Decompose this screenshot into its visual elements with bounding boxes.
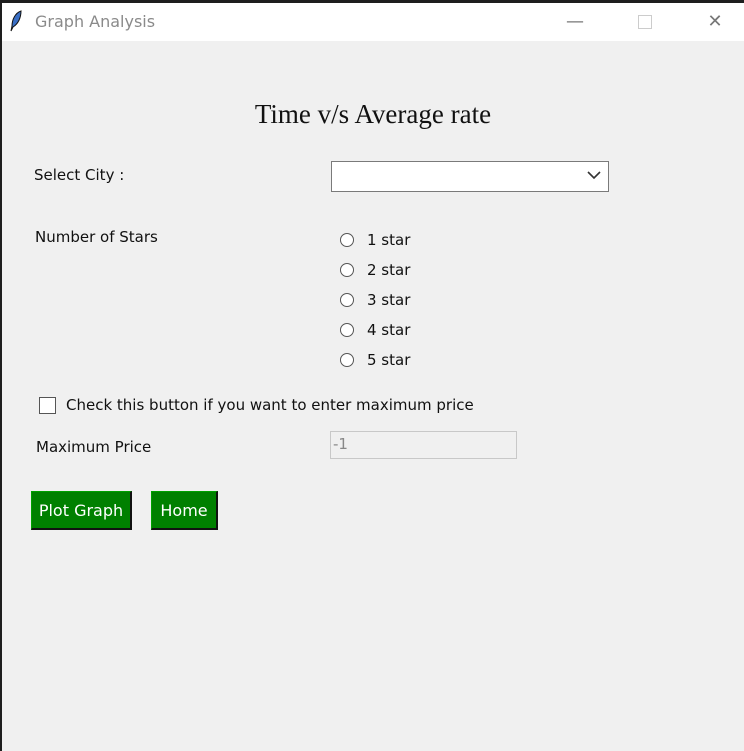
radio-4-star[interactable]: 4 star xyxy=(340,321,410,339)
radio-3-star[interactable]: 3 star xyxy=(340,291,410,309)
plot-graph-button[interactable]: Plot Graph xyxy=(31,491,132,530)
max-price-input[interactable]: -1 xyxy=(330,431,517,459)
radio-circle-icon[interactable] xyxy=(340,323,354,337)
minimize-button[interactable]: — xyxy=(555,7,595,37)
radio-label: 2 star xyxy=(367,261,411,279)
max-price-checkbox-label[interactable]: Check this button if you want to enter m… xyxy=(66,396,474,414)
radio-2-star[interactable]: 2 star xyxy=(340,261,410,279)
radio-label: 5 star xyxy=(367,351,411,369)
radio-circle-icon[interactable] xyxy=(340,233,354,247)
stars-label: Number of Stars xyxy=(35,228,158,246)
page-title: Time v/s Average rate xyxy=(254,99,492,129)
app-window: Graph Analysis — ✕ Time v/s Average rate… xyxy=(2,3,744,751)
home-button[interactable]: Home xyxy=(151,491,218,530)
select-city-label: Select City : xyxy=(34,166,125,184)
radio-circle-icon[interactable] xyxy=(340,293,354,307)
radio-1-star[interactable]: 1 star xyxy=(340,231,410,249)
radio-label: 3 star xyxy=(367,291,411,309)
max-price-checkbox[interactable] xyxy=(39,397,56,414)
radio-circle-icon[interactable] xyxy=(340,263,354,277)
radio-label: 4 star xyxy=(367,321,411,339)
title-bar: Graph Analysis — ✕ xyxy=(2,3,744,41)
radio-label: 1 star xyxy=(367,231,411,249)
close-button[interactable]: ✕ xyxy=(695,7,735,37)
city-combobox[interactable] xyxy=(331,161,609,192)
max-price-label: Maximum Price xyxy=(36,438,152,456)
radio-circle-icon[interactable] xyxy=(340,353,354,367)
radio-5-star[interactable]: 5 star xyxy=(340,351,410,369)
maximize-button[interactable] xyxy=(625,7,665,37)
feather-icon xyxy=(10,10,22,32)
chevron-down-icon[interactable] xyxy=(586,167,602,183)
window-title: Graph Analysis xyxy=(35,12,156,31)
